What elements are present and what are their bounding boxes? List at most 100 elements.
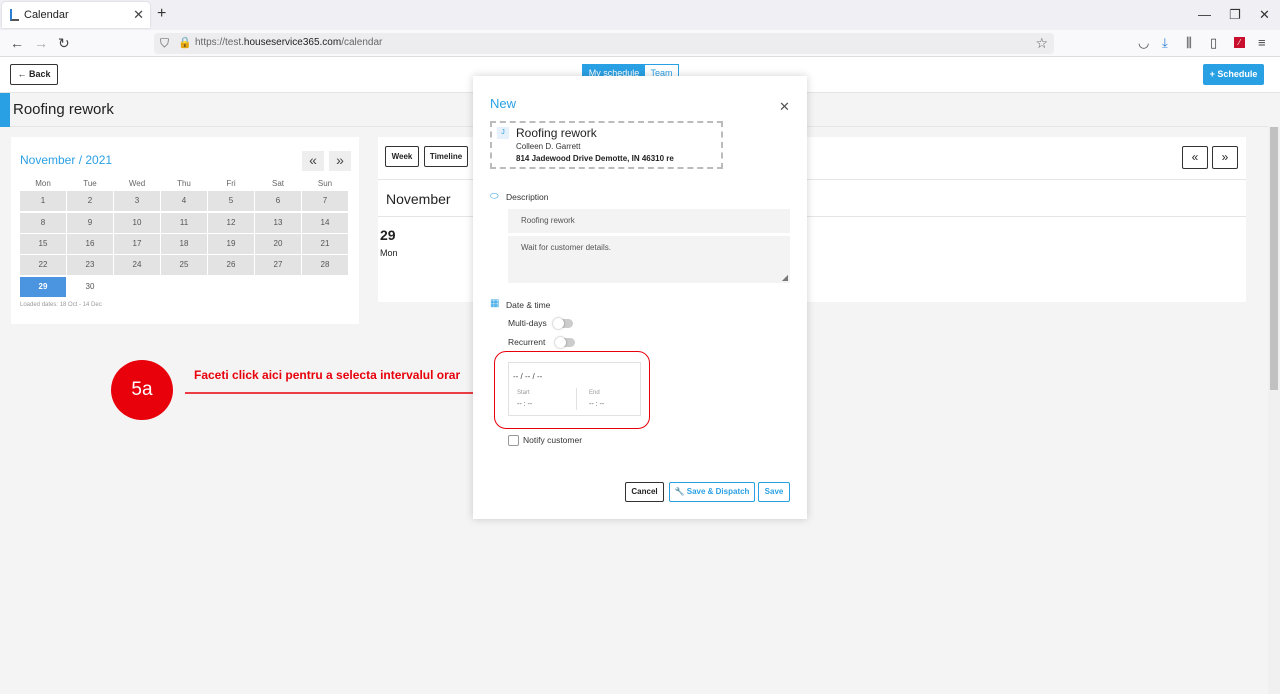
schedule-button[interactable]: + Schedule — [1203, 64, 1264, 85]
calendar-day[interactable]: 19 — [208, 234, 254, 254]
calendar-day[interactable]: 13 — [255, 213, 301, 233]
recurrent-row: Recurrent — [508, 337, 575, 349]
save-button[interactable]: Save — [758, 482, 790, 502]
cancel-button[interactable]: Cancel — [625, 482, 664, 502]
back-button[interactable]: ← Back — [10, 64, 58, 85]
calendar-day[interactable]: 18 — [161, 234, 207, 254]
minimize-icon[interactable]: — — [1198, 7, 1211, 22]
pocket-icon[interactable]: ◡ — [1138, 35, 1149, 51]
notify-customer-checkbox[interactable] — [508, 435, 519, 447]
browser-tab[interactable]: Calendar ✕ — [2, 2, 150, 28]
description-body-textarea[interactable]: Wait for customer details. ◢ — [508, 236, 790, 283]
calendar-day[interactable]: 25 — [161, 255, 207, 275]
calendar-day[interactable]: 4 — [161, 191, 207, 211]
calendar-day[interactable]: 8 — [20, 213, 66, 233]
weekday-header: Wed — [128, 179, 146, 188]
app-favicon-icon — [10, 9, 19, 21]
restore-icon[interactable]: ❐ — [1229, 7, 1241, 23]
calendar-day[interactable]: 10 — [114, 213, 160, 233]
description-label: Description — [506, 192, 549, 202]
multidays-toggle[interactable] — [553, 318, 574, 330]
browser-tab-bar: Calendar ✕ + — ❐ ✕ — [0, 0, 1280, 30]
calendar-day[interactable]: 28 — [302, 255, 348, 275]
window-close-icon[interactable]: ✕ — [1259, 7, 1270, 23]
calendar-day[interactable]: 1 — [20, 191, 66, 211]
calendar-day[interactable]: 2 — [67, 191, 113, 211]
calendar-day[interactable]: 11 — [161, 213, 207, 233]
reload-icon[interactable]: ↻ — [58, 35, 70, 52]
modal-close-icon[interactable]: ✕ — [779, 99, 790, 115]
description-title-input[interactable]: Roofing rework — [508, 209, 790, 233]
calendar-day[interactable]: 22 — [20, 255, 66, 275]
calendar-day[interactable]: 20 — [255, 234, 301, 254]
modal-title: New — [490, 96, 517, 111]
multidays-label: Multi-days — [508, 318, 547, 328]
tab-title: Calendar — [24, 9, 69, 21]
tag-icon: ⬭ — [490, 191, 499, 202]
calendar-day[interactable]: 6 — [255, 191, 301, 211]
highlight-outline — [494, 351, 650, 429]
library-icon[interactable]: ⫼ — [1186, 35, 1192, 51]
tracking-shield-icon[interactable]: ⛉ — [160, 36, 169, 51]
scrollbar-thumb[interactable] — [1270, 127, 1278, 390]
timeline-view-button[interactable]: Timeline — [424, 146, 468, 167]
calendar-day[interactable]: 14 — [302, 213, 348, 233]
menu-icon[interactable]: ≡ — [1258, 35, 1266, 50]
calendar-day[interactable]: 26 — [208, 255, 254, 275]
calendar-day[interactable]: 15 — [20, 234, 66, 254]
calendar-day[interactable]: 27 — [255, 255, 301, 275]
job-card[interactable]: J Roofing rework Colleen D. Garrett 814 … — [490, 121, 723, 169]
weekday-header: Fri — [226, 179, 236, 188]
weekday-header: Mon — [35, 179, 51, 188]
recurrent-toggle[interactable] — [554, 337, 575, 349]
calendar-day[interactable]: 5 — [208, 191, 254, 211]
next-period-button[interactable]: » — [1212, 146, 1238, 169]
calendar-icon: ▦ — [490, 298, 500, 309]
save-dispatch-label: Save & Dispatch — [686, 487, 750, 496]
calendar-day[interactable]: 16 — [67, 234, 113, 254]
next-month-button[interactable]: » — [329, 151, 351, 171]
lock-icon[interactable]: 🔒 — [178, 36, 192, 49]
calendar-day[interactable]: 17 — [114, 234, 160, 254]
calendar-day[interactable]: 9 — [67, 213, 113, 233]
calendar-day[interactable]: 24 — [114, 255, 160, 275]
forward-arrow-icon[interactable]: → — [34, 35, 48, 51]
address-bar[interactable]: ⛉ 🔒 https://test.houseservice365.com/cal… — [154, 33, 1054, 54]
step-badge: 5a — [111, 360, 173, 420]
instruction-text: Faceti click aici pentru a selecta inter… — [194, 368, 461, 382]
calendar-day[interactable]: 3 — [114, 191, 160, 211]
mini-calendar: November / 2021 « » Loaded dates: 18 Oct… — [11, 137, 359, 324]
save-dispatch-button[interactable]: 🔧 Save & Dispatch — [669, 482, 755, 502]
job-card-title: Roofing rework — [516, 126, 597, 140]
url-text[interactable]: https://test.houseservice365.com/calenda… — [195, 37, 382, 48]
wrench-icon: 🔧 — [674, 487, 685, 496]
extension-icon[interactable]: ⁄ — [1234, 37, 1245, 48]
weekday-header: Tue — [83, 179, 97, 188]
page-scrollbar[interactable] — [1268, 127, 1280, 694]
sidebar-icon[interactable]: ▯ — [1210, 35, 1217, 51]
prev-month-button[interactable]: « — [302, 151, 324, 171]
job-badge: J — [497, 127, 509, 139]
back-arrow-icon[interactable]: ← — [10, 35, 24, 51]
calendar-day[interactable]: 7 — [302, 191, 348, 211]
job-card-customer: Colleen D. Garrett — [516, 142, 581, 151]
new-tab-icon[interactable]: + — [157, 5, 166, 23]
calendar-day[interactable]: 30 — [67, 277, 113, 297]
calendar-day[interactable]: 29 — [20, 277, 66, 297]
bookmark-star-icon[interactable]: ☆ — [1035, 35, 1048, 52]
tab-close-icon[interactable]: ✕ — [133, 7, 144, 23]
download-icon[interactable]: ⤓ — [1162, 35, 1168, 51]
calendar-day[interactable]: 12 — [208, 213, 254, 233]
annotation-arrow — [185, 389, 492, 397]
day-name: Mon — [380, 248, 398, 258]
prev-period-button[interactable]: « — [1182, 146, 1208, 169]
calendar-day[interactable]: 21 — [302, 234, 348, 254]
calendar-day[interactable]: 23 — [67, 255, 113, 275]
weekday-header: Sat — [271, 179, 284, 188]
multidays-row: Multi-days — [508, 318, 574, 330]
chevron-right-icon: » — [1221, 150, 1229, 164]
job-title: Roofing rework — [13, 101, 114, 118]
resize-handle-icon[interactable]: ◢ — [782, 273, 788, 282]
notify-customer-row[interactable]: Notify customer — [508, 435, 582, 447]
week-view-button[interactable]: Week — [385, 146, 419, 167]
